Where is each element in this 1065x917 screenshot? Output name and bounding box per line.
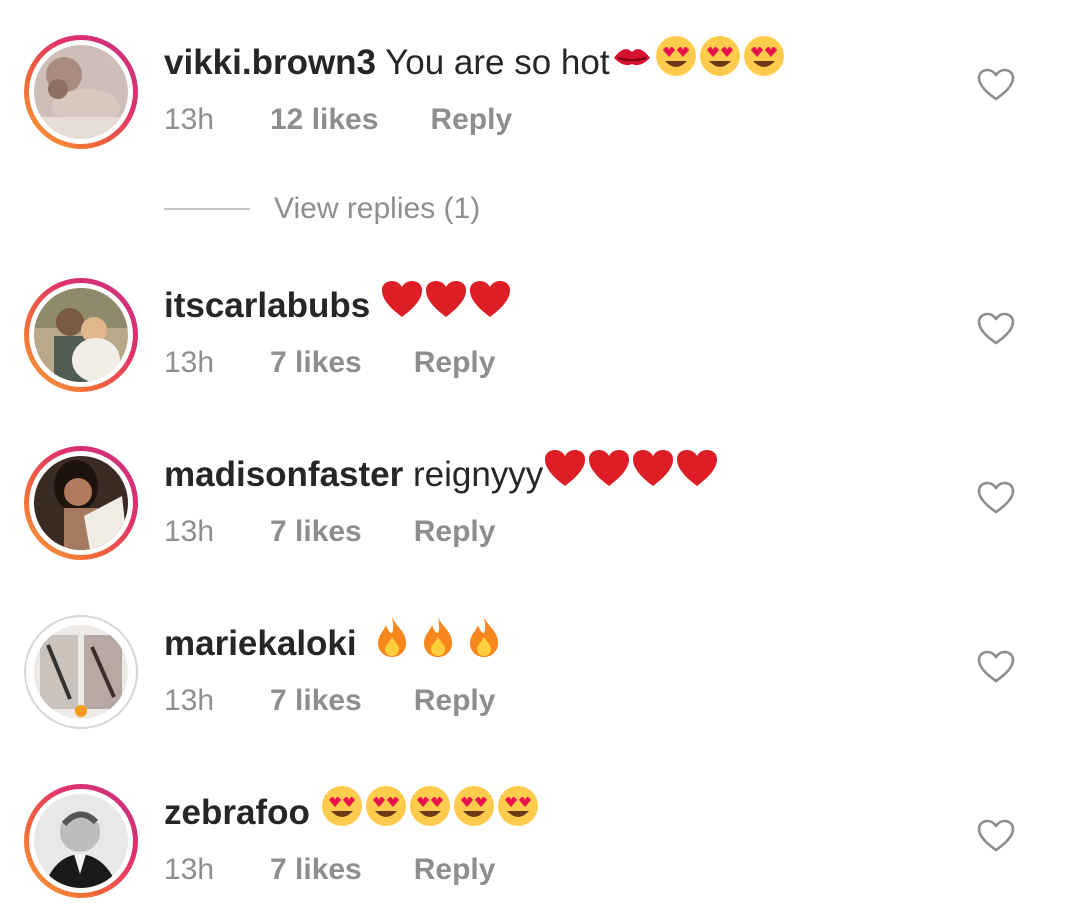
comment-time: 13h xyxy=(164,853,215,886)
comment-time: 13h xyxy=(164,103,215,136)
red-heart-icon xyxy=(380,279,424,328)
comment-meta: 13h 7 likes Reply xyxy=(164,515,495,549)
comment-text-line: madisonfaster reignyyy xyxy=(164,450,719,497)
red-heart-icon xyxy=(424,279,468,328)
kiss-mark-icon xyxy=(610,38,654,83)
comment-time: 13h xyxy=(164,684,215,717)
comment-username[interactable]: mariekaloki xyxy=(164,624,357,663)
comment-text-line: mariekaloki xyxy=(164,617,504,668)
like-heart-icon[interactable] xyxy=(977,68,1015,102)
like-heart-icon[interactable] xyxy=(977,312,1015,346)
heart-eyes-icon xyxy=(742,34,786,87)
comment-username[interactable]: madisonfaster xyxy=(164,455,403,494)
avatar[interactable] xyxy=(24,278,138,392)
comment-username[interactable]: itscarlabubs xyxy=(164,286,370,325)
comment-username[interactable]: zebrafoo xyxy=(164,793,310,832)
red-heart-icon xyxy=(675,448,719,497)
reply-button[interactable]: Reply xyxy=(414,346,496,380)
avatar[interactable] xyxy=(24,784,138,898)
avatar[interactable] xyxy=(24,446,138,560)
fire-icon xyxy=(418,615,458,668)
comment-text-line: itscarlabubs xyxy=(164,281,512,328)
comment-likes[interactable]: 12 likes xyxy=(270,103,378,137)
comment-time: 13h xyxy=(164,515,215,548)
red-heart-icon xyxy=(631,448,675,497)
comment-meta: 13h 7 likes Reply xyxy=(164,684,495,718)
heart-eyes-icon xyxy=(654,34,698,87)
fire-icon xyxy=(372,615,412,668)
comment-time: 13h xyxy=(164,346,215,379)
comment-likes[interactable]: 7 likes xyxy=(270,684,362,718)
heart-eyes-icon xyxy=(496,784,540,837)
comment-meta: 13h 12 likes Reply xyxy=(164,103,512,137)
comment-username[interactable]: vikki.brown3 xyxy=(164,43,376,82)
view-replies-label[interactable]: View replies (1) xyxy=(274,192,480,226)
comment-meta: 13h 7 likes Reply xyxy=(164,853,495,887)
comment-likes[interactable]: 7 likes xyxy=(270,515,362,549)
heart-eyes-icon xyxy=(320,784,364,837)
red-heart-icon xyxy=(468,279,512,328)
red-heart-icon xyxy=(543,448,587,497)
comment-text: You are so hot xyxy=(385,42,610,82)
heart-eyes-icon xyxy=(408,784,452,837)
fire-icon xyxy=(464,615,504,668)
like-heart-icon[interactable] xyxy=(977,819,1015,853)
reply-button[interactable]: Reply xyxy=(430,103,512,137)
heart-eyes-icon xyxy=(452,784,496,837)
avatar[interactable] xyxy=(24,615,138,729)
comment-text-line: vikki.brown3 You are so hot xyxy=(164,36,786,87)
reply-button[interactable]: Reply xyxy=(414,515,496,549)
comment-text-line: zebrafoo xyxy=(164,786,540,837)
reply-button[interactable]: Reply xyxy=(414,684,496,718)
reply-button[interactable]: Reply xyxy=(414,853,496,887)
comment-likes[interactable]: 7 likes xyxy=(270,853,362,887)
heart-eyes-icon xyxy=(364,784,408,837)
heart-eyes-icon xyxy=(698,34,742,87)
comment-text: reignyyy xyxy=(412,455,544,494)
red-heart-icon xyxy=(587,448,631,497)
view-replies-divider xyxy=(164,208,250,210)
avatar[interactable] xyxy=(24,35,138,149)
like-heart-icon[interactable] xyxy=(977,650,1015,684)
comment-meta: 13h 7 likes Reply xyxy=(164,346,495,380)
comment-likes[interactable]: 7 likes xyxy=(270,346,362,380)
like-heart-icon[interactable] xyxy=(977,481,1015,515)
